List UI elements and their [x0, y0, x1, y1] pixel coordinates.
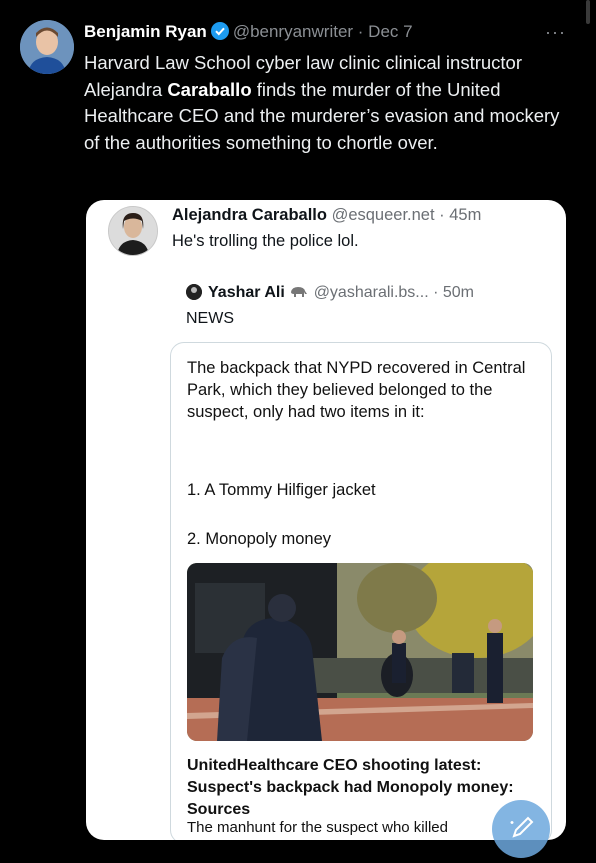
tweet-text-bold: Caraballo [167, 78, 252, 100]
nested-label: NEWS [186, 310, 234, 327]
link-snippet: The manhunt for the suspect who killed [187, 819, 448, 836]
nested-author-name[interactable]: Yashar Ali [208, 284, 285, 301]
tweet-header: Benjamin Ryan @benryanwriter · Dec 7 [84, 22, 413, 45]
avatar-alejandra-caraballo[interactable] [108, 206, 158, 256]
quoted-post-card[interactable]: Alejandra Caraballo @esqueer.net · 45m H… [86, 200, 566, 840]
quoted-handle-time[interactable]: @esqueer.net · 45m [332, 206, 482, 224]
author-handle-date[interactable]: @benryanwriter · Dec 7 [233, 22, 413, 41]
more-options-icon[interactable]: ··· [545, 22, 566, 43]
elephant-icon [289, 284, 309, 301]
avatar-image [109, 207, 157, 255]
nested-body: The backpack that NYPD recovered in Cent… [187, 359, 526, 421]
avatar-benjamin-ryan[interactable] [20, 20, 74, 74]
list-item: 1. A Tommy Hilfiger jacket [187, 481, 376, 499]
verified-badge-icon [210, 22, 229, 45]
nested-header: Yashar Ali @yasharali.bs... · 50m [186, 284, 474, 302]
nested-post-card[interactable]: The backpack that NYPD recovered in Cent… [170, 342, 552, 840]
link-title[interactable]: UnitedHealthcare CEO shooting latest: Su… [187, 755, 527, 821]
list-item: 2. Monopoly money [187, 530, 331, 548]
nested-handle-time[interactable]: @yasharali.bs... · 50m [314, 284, 474, 301]
scrollbar[interactable] [586, 0, 590, 24]
compose-icon [510, 816, 534, 838]
nested-avatar[interactable] [186, 284, 202, 300]
news-photo[interactable] [187, 563, 533, 741]
author-name[interactable]: Benjamin Ryan [84, 22, 207, 41]
tweet-text: Harvard Law School cyber law clinic clin… [84, 50, 564, 156]
quoted-text: He's trolling the police lol. [172, 232, 359, 250]
avatar-image [20, 20, 74, 74]
quoted-author-name[interactable]: Alejandra Caraballo [172, 206, 327, 224]
quoted-header: Alejandra Caraballo @esqueer.net · 45m [172, 206, 481, 225]
police-scene-image [187, 563, 533, 741]
compose-button[interactable] [492, 800, 550, 858]
